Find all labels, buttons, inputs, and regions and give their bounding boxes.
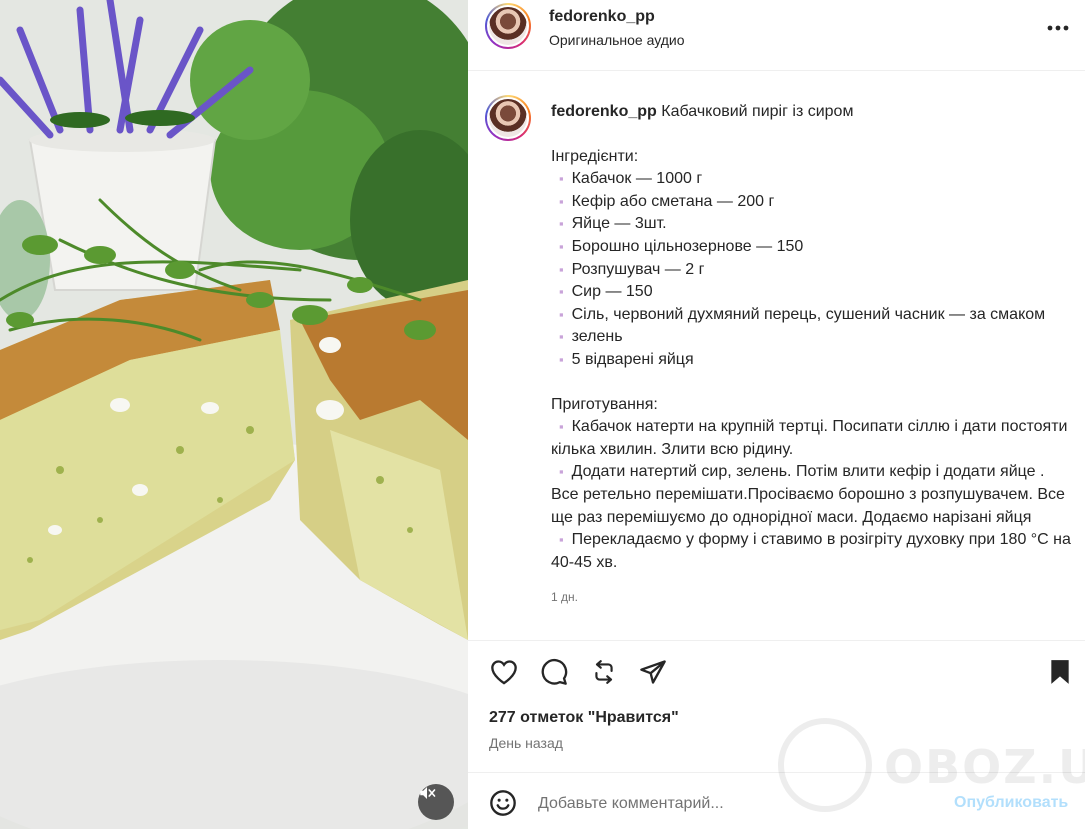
- bullet-icon: ▪︎: [559, 306, 564, 322]
- avatar[interactable]: [485, 3, 531, 49]
- ingredient-item: ▪︎ 5 відварені яйця: [551, 349, 1071, 372]
- avatar-image: [487, 5, 529, 47]
- step-item-text: Перекладаємо у форму і ставимо в розігрі…: [551, 531, 1071, 571]
- emoji-icon: [490, 790, 516, 816]
- steps-heading: Приготування:: [551, 395, 658, 413]
- heart-icon: [491, 660, 517, 685]
- ingredient-item-text: Розпушувач — 2 г: [571, 260, 705, 278]
- ingredients-heading: Інгредієнти:: [551, 147, 639, 165]
- ingredient-item: ▪︎ Кабачок — 1000 г: [551, 168, 1071, 191]
- bullet-icon: ▪︎: [559, 193, 564, 209]
- muted-speaker-icon: [420, 787, 436, 799]
- ingredient-item: ▪︎ Сіль, червоний духмяний перець, сушени…: [551, 304, 1071, 327]
- post-media[interactable]: [0, 0, 468, 829]
- repost-icon: [595, 660, 613, 684]
- caption-scroll-area[interactable]: fedorenko_pp Кабачковий пиріг із сиром І…: [468, 72, 1085, 639]
- steps-list: ▪︎ Кабачок натерти на крупній тертці. Пос…: [551, 416, 1071, 574]
- ingredient-item-text: Сіль, червоний духмяний перець, сушений …: [571, 305, 1046, 323]
- publish-button[interactable]: Опубликовать: [954, 794, 1068, 812]
- bullet-icon: ▪︎: [559, 216, 564, 232]
- bullet-icon: ▪︎: [559, 261, 564, 277]
- bullet-icon: ▪︎: [559, 464, 564, 480]
- caption-text: fedorenko_pp Кабачковий пиріг із сиром І…: [551, 101, 1071, 609]
- bullet-icon: ▪︎: [559, 284, 564, 300]
- bullet-icon: ▪︎: [559, 329, 564, 345]
- bullet-icon: ▪︎: [559, 171, 564, 187]
- likes-count[interactable]: 277 отметок "Нравится": [489, 709, 679, 727]
- mute-button[interactable]: [418, 784, 454, 820]
- step-item-text: Кабачок натерти на крупній тертці. Посип…: [551, 418, 1068, 458]
- save-button[interactable]: [1043, 655, 1077, 689]
- caption-timestamp: 1 дн.: [551, 590, 578, 605]
- original-audio-link[interactable]: Оригинальное аудио: [549, 32, 685, 48]
- comment-icon: [541, 658, 568, 685]
- avatar-image: [487, 97, 529, 139]
- ingredient-item: ▪︎ зелень: [551, 326, 1071, 349]
- zucchini-pie-photo: [0, 0, 468, 829]
- action-bar: [468, 655, 1085, 695]
- ingredient-item: ▪︎ Кефір або сметана — 200 г: [551, 191, 1071, 214]
- caption-avatar[interactable]: [485, 95, 531, 141]
- ingredient-item: ▪︎ Розпушувач — 2 г: [551, 259, 1071, 282]
- ingredient-item-text: Кабачок — 1000 г: [571, 170, 703, 188]
- ingredient-item: ▪︎ Борошно цільнозернове — 150: [551, 236, 1071, 259]
- post-time[interactable]: День назад: [489, 735, 563, 751]
- step-item-text: Додати натертий сир, зелень. Потім влити…: [551, 463, 1065, 526]
- more-horizontal-icon: [1047, 25, 1069, 31]
- ingredient-item-text: 5 відварені яйця: [571, 350, 694, 368]
- header-username[interactable]: fedorenko_pp: [549, 8, 655, 26]
- like-button[interactable]: [487, 655, 521, 689]
- ingredient-item-text: Яйце — 3шт.: [571, 215, 667, 233]
- emoji-button[interactable]: [488, 788, 518, 818]
- repost-button[interactable]: [587, 655, 621, 689]
- ingredient-item-text: Сир — 150: [571, 283, 653, 301]
- step-item: ▪︎ Перекладаємо у форму і ставимо в розіг…: [551, 529, 1071, 574]
- ingredients-list: ▪︎ Кабачок — 1000 г ▪︎ Кефір або сметана — …: [551, 168, 1071, 371]
- more-options-button[interactable]: [1046, 16, 1070, 40]
- bullet-icon: ▪︎: [559, 419, 564, 435]
- step-item: ▪︎ Додати натертий сир, зелень. Потім вли…: [551, 461, 1071, 529]
- step-item: ▪︎ Кабачок натерти на крупній тертці. Пос…: [551, 416, 1071, 461]
- comment-bar: Опубликовать: [468, 772, 1085, 829]
- ingredient-item-text: зелень: [571, 328, 623, 346]
- caption-username[interactable]: fedorenko_pp: [551, 103, 657, 120]
- post-details-panel: fedorenko_pp Оригинальное аудио fedorenk…: [468, 0, 1085, 829]
- divider: [468, 640, 1085, 641]
- post-header: fedorenko_pp Оригинальное аудио: [468, 0, 1085, 71]
- ingredient-item-text: Борошно цільнозернове — 150: [571, 237, 804, 255]
- bullet-icon: ▪︎: [559, 532, 564, 548]
- send-icon: [640, 660, 666, 684]
- bookmark-icon: [1051, 660, 1069, 684]
- caption-title: Кабачковий пиріг із сиром: [661, 103, 854, 120]
- bullet-icon: ▪︎: [559, 351, 564, 367]
- ingredient-item-text: Кефір або сметана — 200 г: [571, 192, 775, 210]
- comment-input[interactable]: [538, 793, 918, 815]
- ingredient-item: ▪︎ Яйце — 3шт.: [551, 213, 1071, 236]
- bullet-icon: ▪︎: [559, 238, 564, 254]
- share-button[interactable]: [636, 655, 670, 689]
- comment-button[interactable]: [537, 655, 571, 689]
- ingredient-item: ▪︎ Сир — 150: [551, 281, 1071, 304]
